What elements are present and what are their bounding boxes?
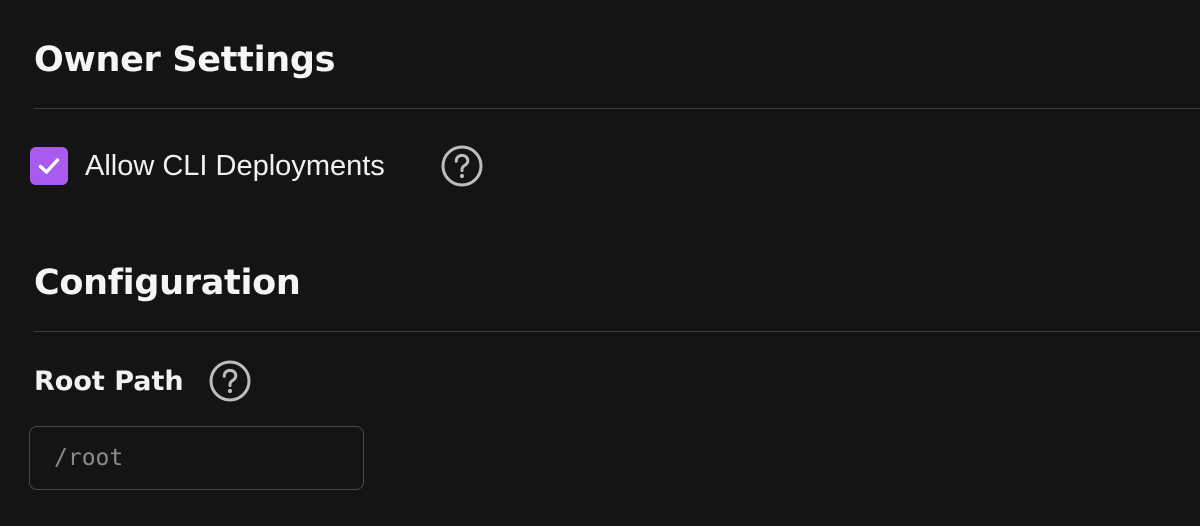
question-circle-icon[interactable] [209,360,251,402]
allow-cli-deployments-row: Allow CLI Deployments [30,145,483,187]
allow-cli-deployments-label[interactable]: Allow CLI Deployments [85,151,385,181]
settings-page: Owner Settings Allow CLI Deployments Con… [0,0,1200,526]
divider [34,108,1200,109]
root-path-label-row: Root Path [34,359,251,403]
owner-settings-heading: Owner Settings [34,40,336,80]
question-circle-icon[interactable] [441,145,483,187]
root-path-label: Root Path [34,365,184,397]
divider [34,331,1200,332]
checkmark-icon [38,158,60,174]
allow-cli-deployments-checkbox[interactable] [30,147,68,185]
configuration-heading: Configuration [34,263,301,303]
root-path-input[interactable] [29,426,364,490]
